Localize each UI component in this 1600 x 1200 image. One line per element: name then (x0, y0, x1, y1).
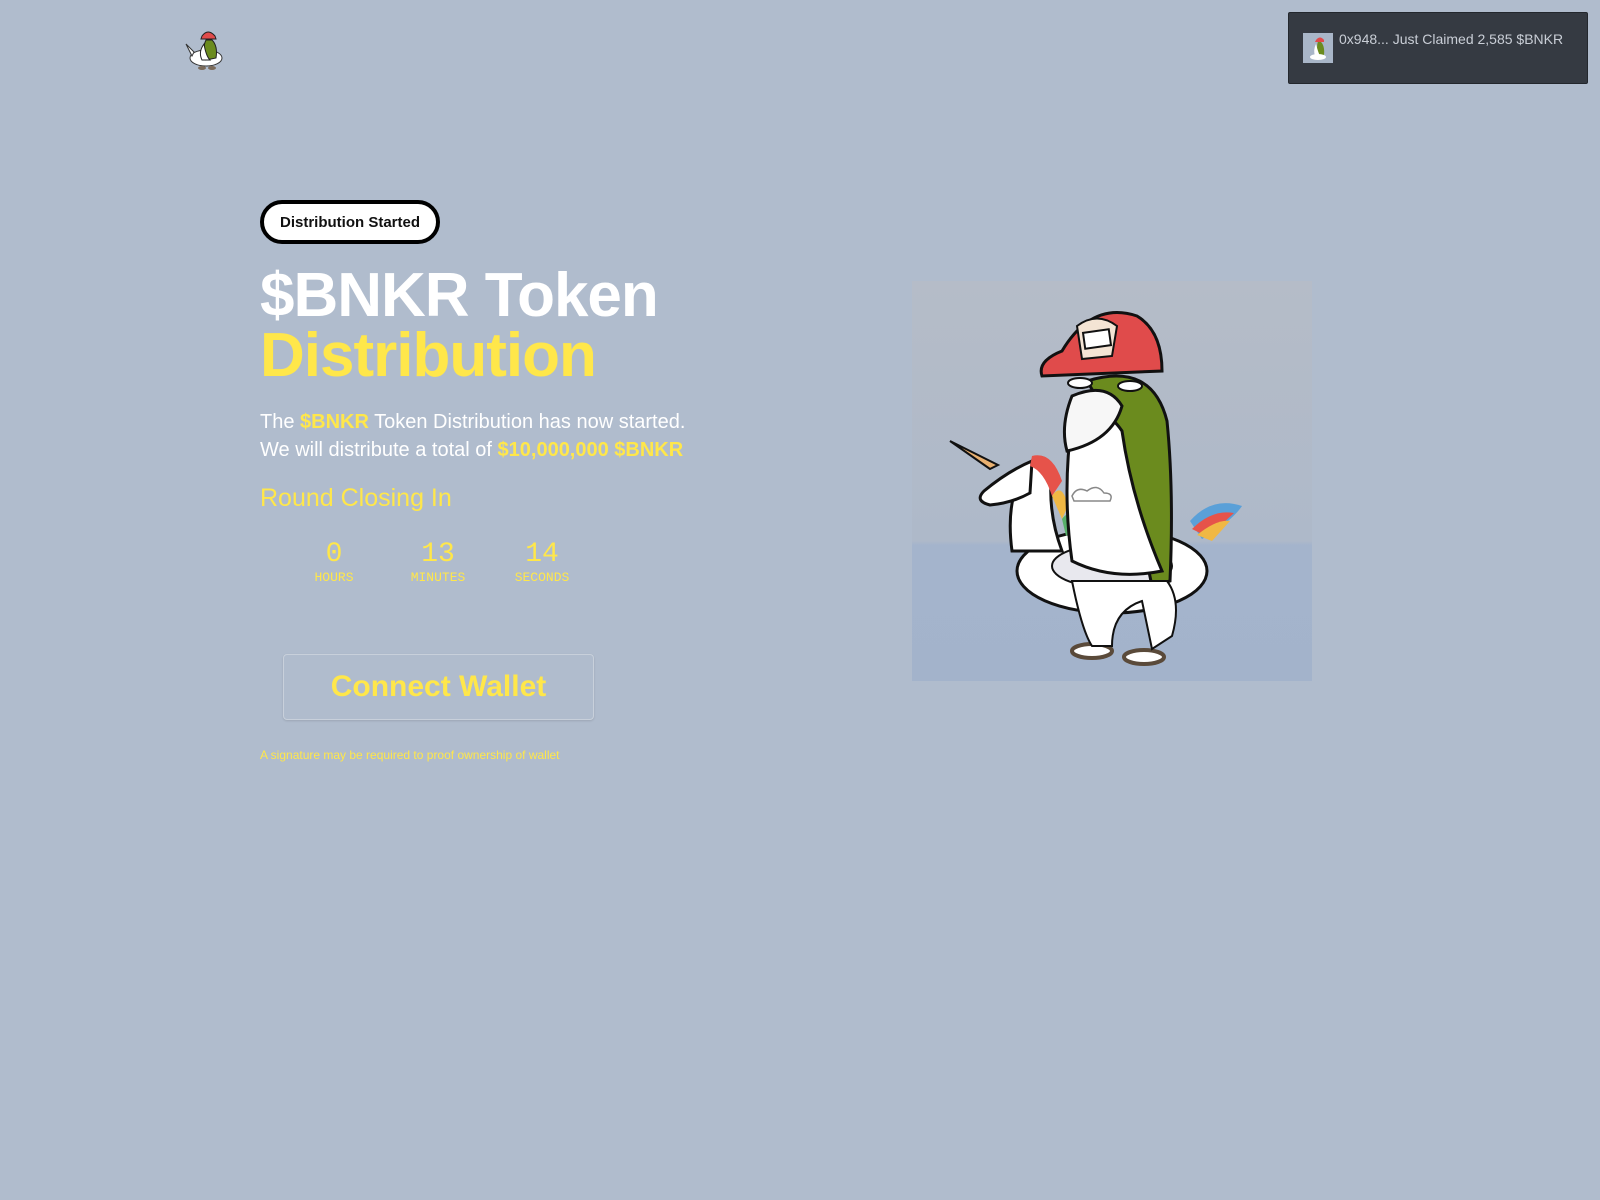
connect-wallet-button[interactable]: Connect Wallet (283, 654, 594, 720)
token-highlight: $BNKR (300, 411, 369, 433)
seconds-value: 14 (525, 539, 559, 570)
total-amount-highlight: $10,000,000 $BNKR (497, 439, 684, 461)
minutes-label: MINUTES (410, 570, 466, 585)
title-line-2: Distribution (260, 321, 597, 390)
desc-line1-pre: The (260, 411, 301, 433)
title-line-1: $BNKR Token (260, 261, 659, 330)
desc-line1-post: Token Distribution has now started. (368, 411, 686, 433)
countdown-timer: 0 HOURS 13 MINUTES 14 SECONDS (282, 540, 594, 586)
penguin-unicorn-logo-icon[interactable] (184, 26, 228, 72)
seconds-label: SECONDS (514, 570, 570, 585)
penguin-on-unicorn-float-illustration-icon (912, 281, 1312, 681)
minutes-value: 13 (421, 539, 455, 570)
distribution-description: The $BNKR Token Distribution has now sta… (260, 408, 685, 464)
penguin-avatar-icon (1303, 33, 1333, 63)
description-line-2: We will distribute a total of $10,000,00… (260, 436, 685, 464)
toast-message: 0x948... Just Claimed 2,585 $BNKR (1339, 31, 1564, 47)
description-line-1: The $BNKR Token Distribution has now sta… (260, 408, 685, 436)
signature-note: A signature may be required to proof own… (260, 748, 560, 762)
hours-value: 0 (325, 539, 343, 570)
round-closing-label: Round Closing In (260, 484, 452, 512)
countdown-minutes: 13 MINUTES (386, 540, 490, 586)
page-title: $BNKR Token Distribution (260, 261, 659, 390)
claim-toast: 0x948... Just Claimed 2,585 $BNKR (1288, 12, 1588, 84)
hours-label: HOURS (314, 570, 354, 585)
desc-line2-pre: We will distribute a total of (260, 439, 498, 461)
countdown-seconds: 14 SECONDS (490, 540, 594, 586)
status-badge: Distribution Started (260, 200, 441, 244)
countdown-hours: 0 HOURS (282, 540, 386, 586)
